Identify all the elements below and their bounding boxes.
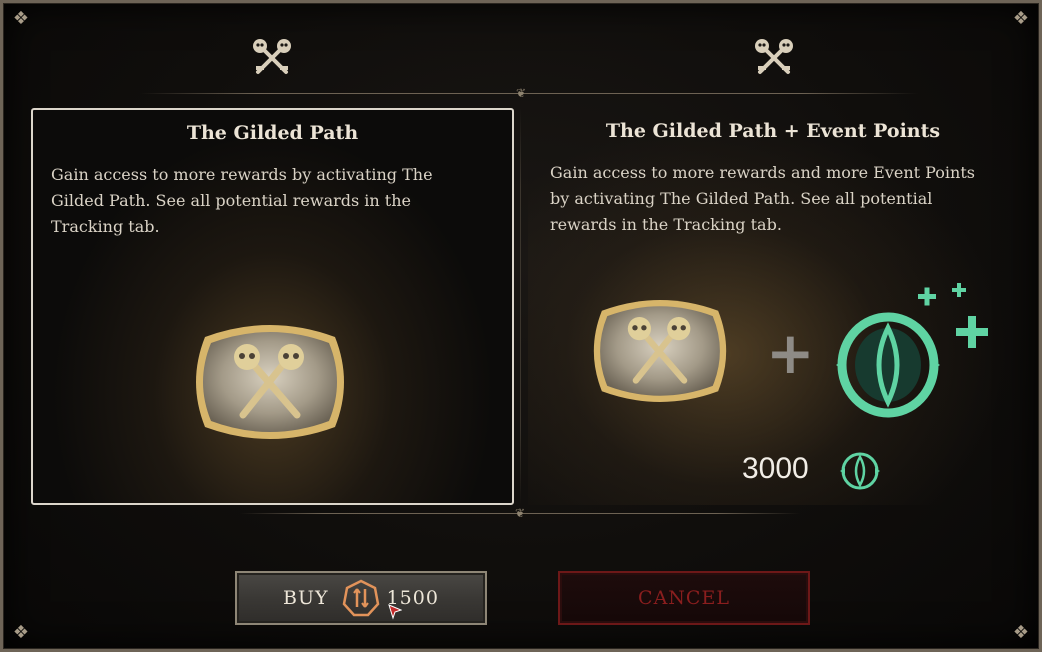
event-points-amount: 3000 (742, 452, 809, 485)
corner-ornament-icon: ❖ (12, 622, 30, 643)
column-divider (520, 108, 521, 506)
option-gilded-path[interactable]: The Gilded Path Gain access to more rewa… (31, 108, 514, 505)
buy-label: BUY (283, 587, 329, 609)
option-description: Gain access to more rewards by activatin… (51, 165, 433, 236)
corner-ornament-icon: ❖ (1012, 8, 1030, 29)
divider-ornament-icon: ❦ (514, 506, 526, 520)
platinum-currency-icon (342, 579, 379, 617)
cancel-label: CANCEL (638, 587, 730, 609)
divider-ornament-icon: ❦ (515, 86, 527, 100)
option-title: The Gilded Path (186, 122, 359, 144)
event-points-small-icon (840, 452, 880, 490)
gilded-path-emblem-icon (593, 300, 727, 402)
mouse-cursor-icon (388, 604, 402, 620)
gilded-path-emblem-icon (196, 325, 344, 439)
corner-ornament-icon: ❖ (1012, 622, 1030, 643)
cancel-button[interactable]: CANCEL (558, 571, 810, 625)
buy-button[interactable]: BUY 1500 (235, 571, 487, 625)
corner-ornament-icon: ❖ (12, 8, 30, 29)
option-description: Gain access to more rewards and more Eve… (550, 163, 975, 234)
option-title: The Gilded Path + Event Points (605, 120, 941, 142)
plus-icon: + (766, 319, 815, 387)
event-points-icon (836, 283, 988, 418)
option-gilded-path-event-points[interactable]: The Gilded Path + Event Points Gain acce… (528, 108, 1018, 505)
crossed-skull-keys-icon (253, 39, 291, 74)
crossed-skull-keys-icon (755, 39, 793, 74)
